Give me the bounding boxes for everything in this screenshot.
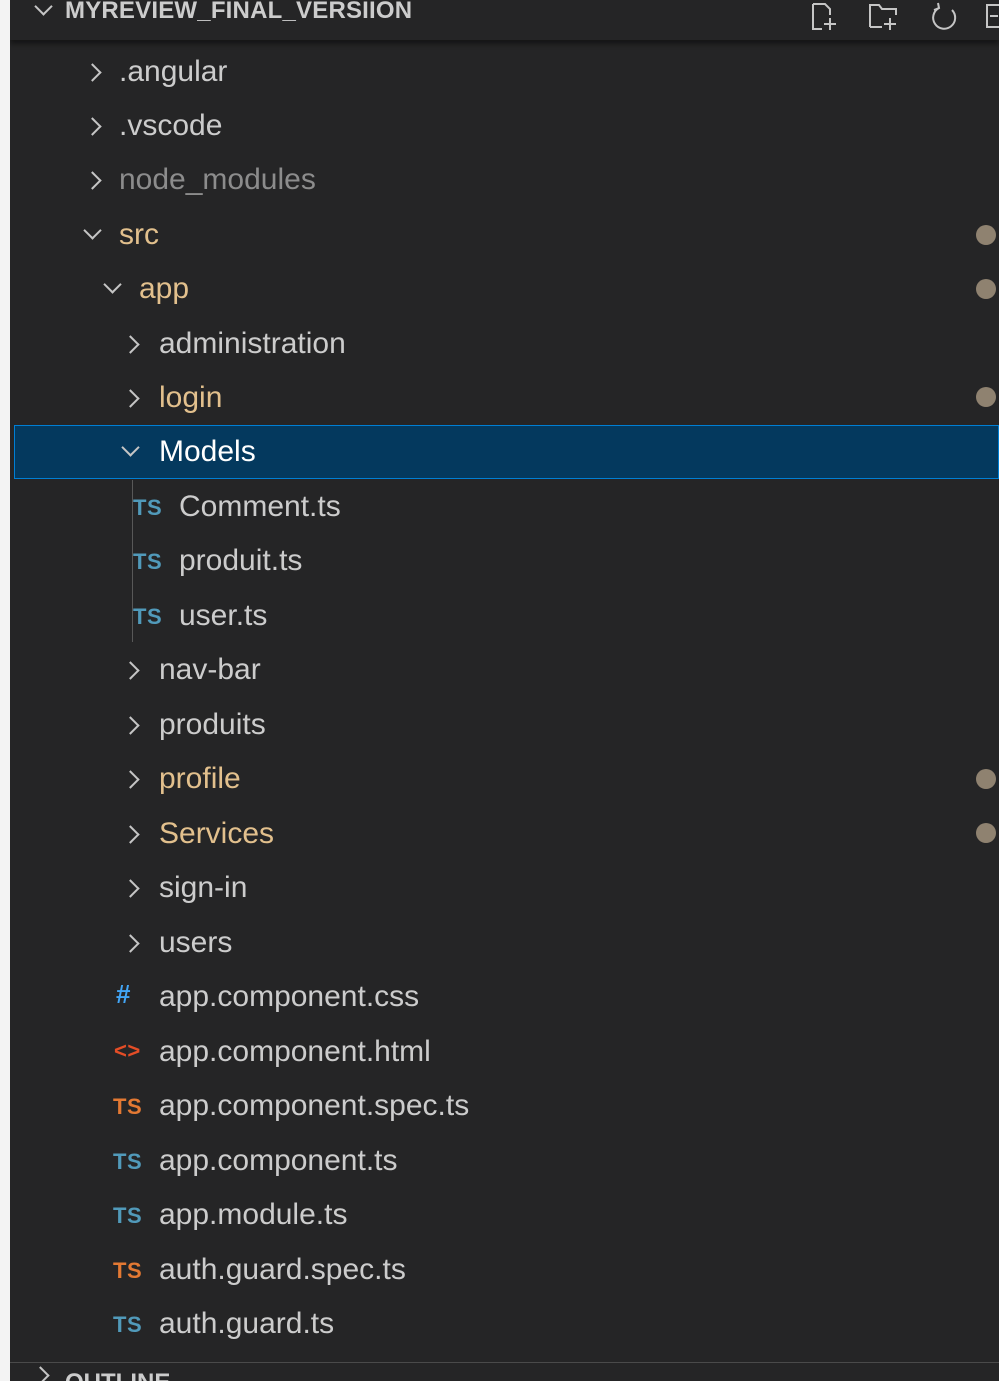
tree-item-label: node_modules <box>119 163 316 196</box>
chevron-down-icon <box>103 275 122 294</box>
typescript-file-icon: TS <box>113 1149 143 1174</box>
modified-indicator <box>976 225 996 245</box>
tree-folder-login[interactable]: login <box>10 371 999 425</box>
tree-folder-models[interactable]: Models <box>14 425 999 479</box>
tree-item-label: app.component.spec.ts <box>159 1089 470 1122</box>
chevron-right-icon <box>121 335 140 354</box>
new-file-icon[interactable] <box>810 2 840 32</box>
typescript-test-file-icon: TS <box>113 1258 143 1283</box>
tree-item-label: login <box>159 381 223 414</box>
typescript-file-icon: TS <box>133 604 163 629</box>
tree-item-label: .vscode <box>119 109 223 142</box>
tree-item-label: auth.guard.ts <box>159 1307 335 1340</box>
tree-folder-angular[interactable]: .angular <box>10 45 999 99</box>
outline-section-title: OUTLINE <box>65 1369 170 1381</box>
tree-file-auth-guard-spec-ts[interactable]: TS auth.guard.spec.ts <box>10 1243 999 1297</box>
typescript-file-icon: TS <box>133 549 163 574</box>
chevron-right-icon <box>121 934 140 953</box>
tree-file-app-component-ts[interactable]: TS app.component.ts <box>10 1134 999 1188</box>
tree-file-comment-ts[interactable]: TS Comment.ts <box>10 480 999 534</box>
chevron-right-icon <box>83 171 102 190</box>
tree-folder-nav-bar[interactable]: nav-bar <box>10 643 999 697</box>
tree-item-label: src <box>119 218 159 251</box>
tree-item-label: users <box>159 926 233 959</box>
modified-indicator <box>976 279 996 299</box>
chevron-right-icon <box>121 770 140 789</box>
refresh-icon[interactable] <box>930 2 960 32</box>
modified-indicator <box>976 387 996 407</box>
tree-item-label: administration <box>159 327 346 360</box>
tree-file-user-ts[interactable]: TS user.ts <box>10 589 999 643</box>
outline-section-header[interactable]: OUTLINE <box>10 1363 999 1381</box>
chevron-down-icon <box>121 438 140 457</box>
tree-item-label: user.ts <box>179 599 268 632</box>
tree-folder-src[interactable]: src <box>10 208 999 262</box>
tree-file-app-component-css[interactable]: # app.component.css <box>10 970 999 1024</box>
collapse-all-icon[interactable] <box>985 2 999 32</box>
typescript-test-file-icon: TS <box>113 1094 143 1119</box>
tree-file-app-component-spec-ts[interactable]: TS app.component.spec.ts <box>10 1079 999 1133</box>
activity-bar-edge <box>0 0 10 1381</box>
modified-indicator <box>976 823 996 843</box>
tree-item-label: profile <box>159 762 241 795</box>
chevron-right-icon <box>83 63 102 82</box>
chevron-right-icon <box>83 117 102 136</box>
tree-folder-sign-in[interactable]: sign-in <box>10 861 999 915</box>
tree-item-label: Models <box>159 435 256 468</box>
typescript-file-icon: TS <box>113 1312 143 1337</box>
tree-item-label: app.component.html <box>159 1035 431 1068</box>
tree-item-label: Comment.ts <box>179 490 341 523</box>
chevron-right-icon[interactable] <box>31 1366 50 1381</box>
typescript-file-icon: TS <box>133 495 163 520</box>
explorer-section-title: MYREVIEW_FINAL_VERSIION <box>65 0 413 24</box>
tree-item-label: nav-bar <box>159 653 261 686</box>
tree-folder-services[interactable]: Services <box>10 807 999 861</box>
typescript-file-icon: TS <box>113 1203 143 1228</box>
tree-file-app-component-html[interactable]: <> app.component.html <box>10 1025 999 1079</box>
tree-item-label: app.component.css <box>159 980 420 1013</box>
tree-item-label: app.module.ts <box>159 1198 348 1231</box>
css-file-icon: # <box>116 979 131 1009</box>
tree-item-label: .angular <box>119 55 228 88</box>
tree-item-label: Services <box>159 817 275 850</box>
explorer-section-header[interactable]: MYREVIEW_FINAL_VERSIION <box>10 0 999 40</box>
tree-folder-node-modules[interactable]: node_modules <box>10 153 999 207</box>
tree-folder-profile[interactable]: profile <box>10 752 999 806</box>
chevron-down-icon[interactable] <box>34 0 53 16</box>
tree-folder-vscode[interactable]: .vscode <box>10 99 999 153</box>
new-folder-icon[interactable] <box>868 2 898 32</box>
html-file-icon: <> <box>114 1038 141 1063</box>
chevron-right-icon <box>121 389 140 408</box>
tree-folder-app[interactable]: app <box>10 262 999 316</box>
tree-folder-produits[interactable]: produits <box>10 698 999 752</box>
tree-folder-users[interactable]: users <box>10 916 999 970</box>
tree-file-app-module-ts[interactable]: TS app.module.ts <box>10 1188 999 1242</box>
tree-item-label: produits <box>159 708 266 741</box>
tree-item-label: auth.guard.spec.ts <box>159 1253 406 1286</box>
chevron-right-icon <box>121 716 140 735</box>
tree-file-auth-guard-ts[interactable]: TS auth.guard.ts <box>10 1297 999 1351</box>
tree-item-label: produit.ts <box>179 544 303 577</box>
tree-item-label: app <box>139 272 190 305</box>
tree-item-label: app.component.ts <box>159 1144 398 1177</box>
explorer-panel: MYREVIEW_FINAL_VERSIION .angular .vscode… <box>10 0 999 1381</box>
tree-folder-administration[interactable]: administration <box>10 317 999 371</box>
chevron-right-icon <box>121 879 140 898</box>
tree-file-produit-ts[interactable]: TS produit.ts <box>10 534 999 588</box>
modified-indicator <box>976 769 996 789</box>
tree-item-label: sign-in <box>159 871 248 904</box>
chevron-right-icon <box>121 825 140 844</box>
chevron-right-icon <box>121 661 140 680</box>
chevron-down-icon <box>83 221 102 240</box>
